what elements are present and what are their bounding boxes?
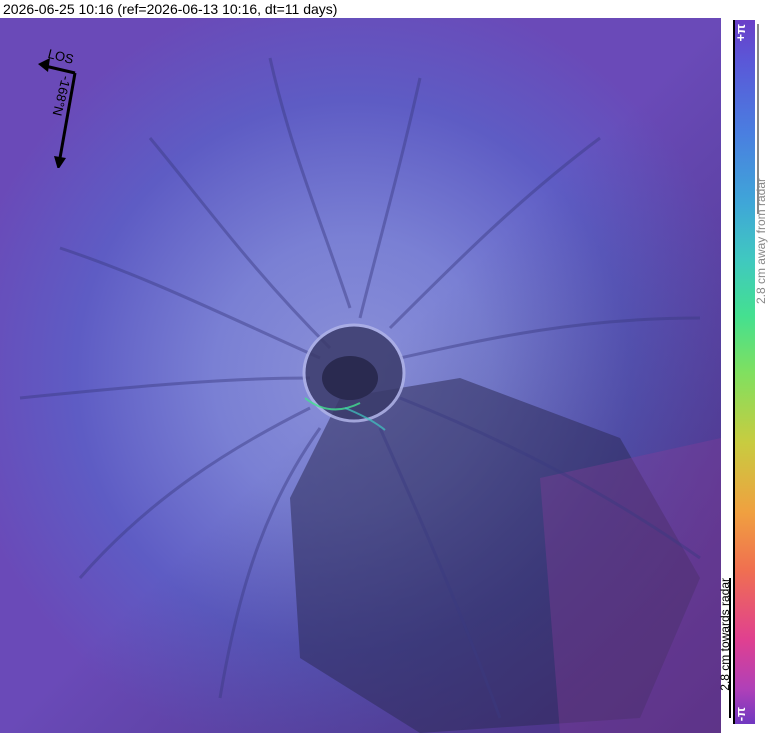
colorbar-top-label: +π xyxy=(733,24,748,42)
towards-radar-label: 2.8 cm towards radar xyxy=(718,578,732,691)
image-title: 2026-06-25 10:16 (ref=2026-06-13 10:16, … xyxy=(3,1,338,17)
colorbar: +π -π 2.8 cm away from radar 2.8 cm towa… xyxy=(718,18,771,733)
crater-floor xyxy=(322,356,378,400)
interferogram-map: LOS -168°N xyxy=(0,18,721,733)
colorbar-bottom-label: -π xyxy=(733,706,748,721)
magenta-flank xyxy=(540,438,721,733)
away-from-radar-label: 2.8 cm away from radar xyxy=(754,178,768,305)
phase-colorbar xyxy=(733,20,755,724)
